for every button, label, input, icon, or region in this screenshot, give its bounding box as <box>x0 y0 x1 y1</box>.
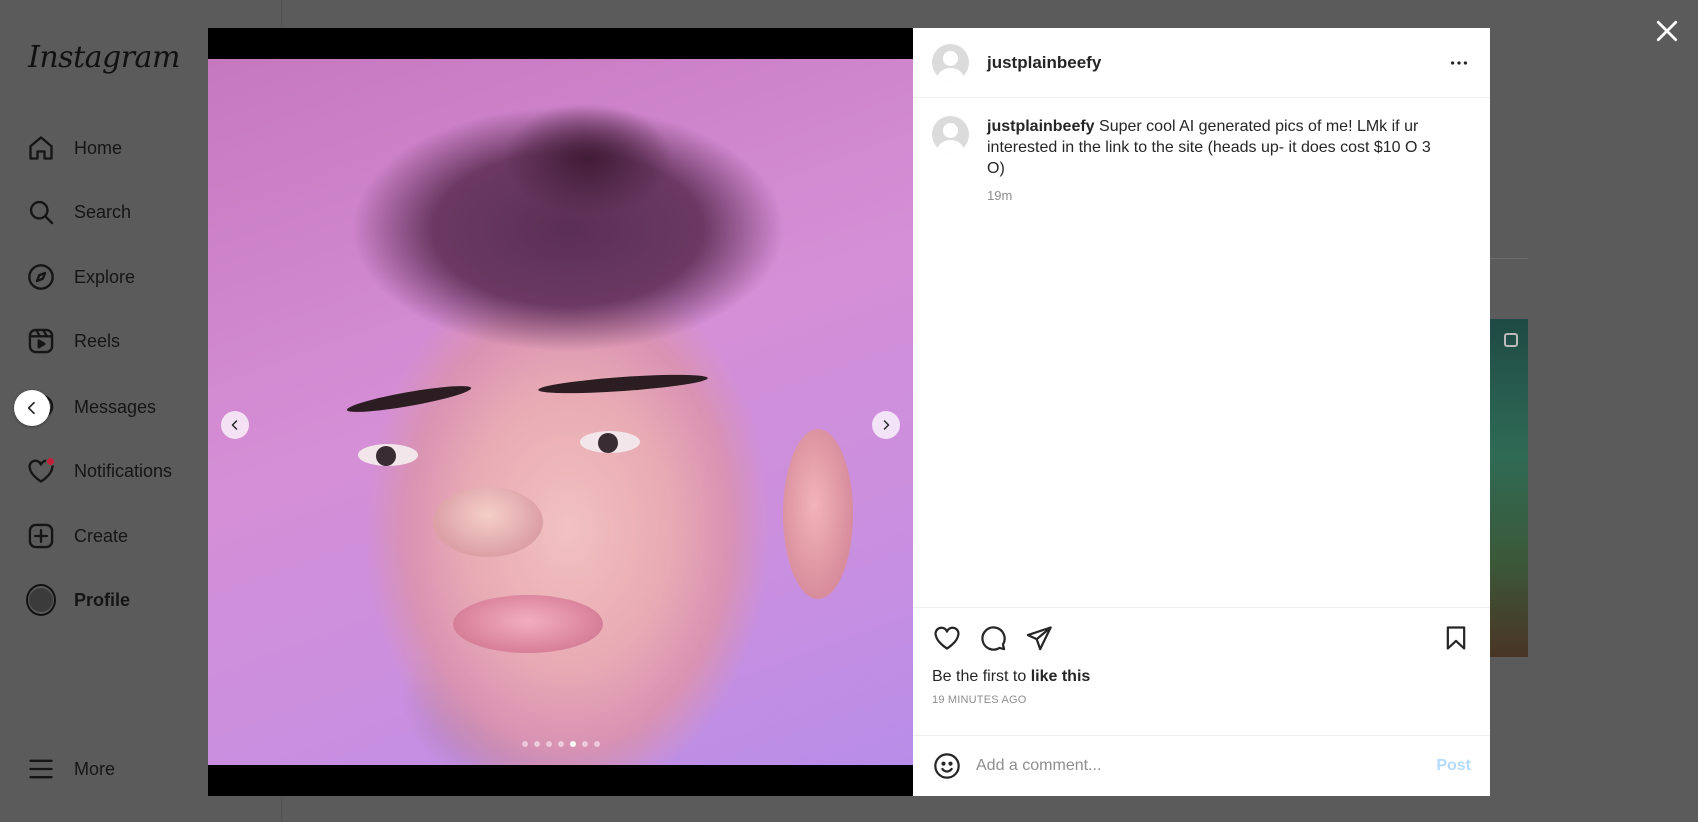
sidebar-item-label: Reels <box>74 330 121 351</box>
avatar <box>26 584 56 616</box>
emoji-icon <box>934 753 960 779</box>
left-eye <box>358 444 418 466</box>
caption-body: justplainbeefy Super cool AI generated p… <box>987 116 1447 203</box>
carousel-indicator <box>208 741 913 747</box>
sidebar-item-profile[interactable]: Profile <box>26 578 130 622</box>
like-button[interactable] <box>932 623 962 653</box>
compass-icon <box>26 262 56 292</box>
like-this-link[interactable]: like this <box>1031 668 1091 685</box>
post-comment-button[interactable]: Post <box>1436 757 1471 775</box>
post-media <box>208 28 913 796</box>
avatar[interactable] <box>932 44 969 81</box>
chevron-left-icon <box>27 401 35 415</box>
instagram-logo[interactable]: Instagram <box>28 40 180 75</box>
sidebar-item-label: More <box>74 758 116 779</box>
reels-icon <box>26 326 56 356</box>
sidebar-item-label: Explore <box>74 266 136 287</box>
send-icon <box>1026 626 1052 651</box>
sidebar-item-more[interactable]: More <box>26 747 115 791</box>
comment-bar: Post <box>913 735 1490 796</box>
save-button[interactable] <box>1441 623 1471 653</box>
bookmark-icon <box>1446 626 1466 650</box>
chevron-right-icon <box>883 420 890 430</box>
comment-icon <box>981 626 1006 651</box>
sidebar-item-label: Messages <box>74 396 157 417</box>
post-image <box>208 59 913 765</box>
action-bar <box>932 622 1471 654</box>
lips <box>453 595 603 653</box>
multi-post-icon <box>1504 333 1518 347</box>
carousel-dot <box>521 741 528 747</box>
carousel-dot <box>545 741 552 747</box>
nose <box>433 487 543 557</box>
left-eyebrow <box>345 381 473 417</box>
sidebar-item-label: Search <box>74 201 132 222</box>
emoji-button[interactable] <box>932 751 962 781</box>
heart-icon <box>934 626 960 650</box>
background-post-thumbnail <box>1490 319 1528 657</box>
comment-input[interactable] <box>976 757 1437 775</box>
sidebar-item-label: Notifications <box>74 460 173 481</box>
post-actions: Be the first to like this 19 MINUTES AGO <box>913 607 1490 706</box>
sidebar-item-label: Profile <box>74 589 131 610</box>
share-button[interactable] <box>1024 623 1054 653</box>
carousel-prev-button[interactable] <box>221 411 249 439</box>
more-horizontal-icon <box>1450 60 1468 65</box>
carousel-dot <box>557 741 564 747</box>
sidebar-item-notifications[interactable]: Notifications <box>26 449 172 493</box>
caption-username[interactable]: justplainbeefy <box>987 118 1095 135</box>
sidebar-item-search[interactable]: Search <box>26 190 131 234</box>
carousel-dot <box>593 741 600 747</box>
likes-prefix: Be the first to <box>932 668 1031 685</box>
carousel-dot <box>533 741 540 747</box>
close-icon <box>1656 20 1678 42</box>
more-options-button[interactable] <box>1447 51 1471 75</box>
right-eyebrow <box>537 371 709 397</box>
post-author-username[interactable]: justplainbeefy <box>987 53 1101 73</box>
avatar[interactable] <box>932 116 969 153</box>
post-details-panel: justplainbeefy justplainbeefy Super cool… <box>913 28 1490 796</box>
post-header: justplainbeefy <box>913 28 1490 98</box>
notification-dot <box>46 457 55 466</box>
sidebar-item-explore[interactable]: Explore <box>26 255 135 299</box>
home-icon <box>26 133 56 163</box>
post-timestamp: 19 MINUTES AGO <box>932 694 1027 706</box>
search-icon <box>26 197 56 227</box>
sidebar-item-home[interactable]: Home <box>26 126 122 170</box>
right-eye <box>580 431 640 453</box>
ear <box>783 429 853 599</box>
sidebar-item-label: Create <box>74 525 129 546</box>
carousel-dot <box>581 741 588 747</box>
close-button[interactable] <box>1652 16 1682 46</box>
sidebar-item-label: Home <box>74 137 123 158</box>
chevron-left-icon <box>231 420 238 430</box>
comment-button[interactable] <box>978 623 1008 653</box>
likes-summary: Be the first to like this <box>932 668 1471 686</box>
plus-square-icon <box>26 521 56 551</box>
back-button[interactable] <box>14 390 50 426</box>
caption-timestamp: 19m <box>987 188 1013 203</box>
carousel-next-button[interactable] <box>872 411 900 439</box>
carousel-dot <box>569 741 576 747</box>
post-modal: justplainbeefy justplainbeefy Super cool… <box>208 28 1490 796</box>
heart-icon <box>26 456 56 486</box>
caption: justplainbeefy Super cool AI generated p… <box>913 98 1490 203</box>
menu-icon <box>26 754 56 784</box>
caption-text: justplainbeefy Super cool AI generated p… <box>987 116 1447 179</box>
background-divider <box>1490 258 1528 259</box>
sidebar-item-reels[interactable]: Reels <box>26 319 120 363</box>
sidebar-item-create[interactable]: Create <box>26 514 128 558</box>
